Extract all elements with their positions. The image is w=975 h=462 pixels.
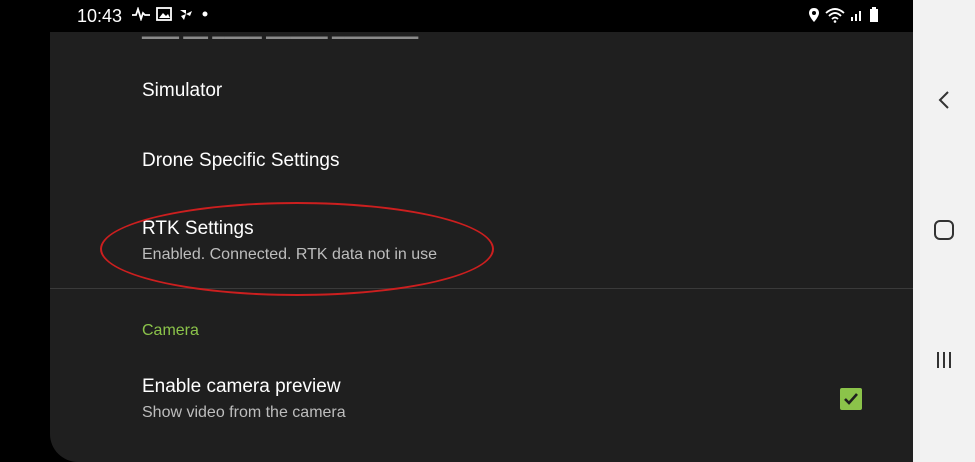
pref-title: Drone Specific Settings <box>142 150 340 171</box>
home-button[interactable] <box>930 216 958 244</box>
location-icon <box>808 7 820 28</box>
dot-icon <box>200 7 210 26</box>
camera-preview-checkbox[interactable] <box>840 388 862 410</box>
navigation-bar <box>913 0 975 462</box>
clipped-summary-text: ▁▁▁ ▁▁ ▁▁▁▁ ▁▁▁▁▁ ▁▁▁▁▁▁▁ <box>142 32 418 40</box>
pref-title: Enable camera preview <box>142 376 341 397</box>
home-icon <box>934 220 954 240</box>
pref-drone-specific-settings[interactable]: Drone Specific Settings <box>50 130 913 190</box>
pref-title: Simulator <box>142 80 223 101</box>
pref-enable-camera-preview[interactable]: Enable camera preview Show video from th… <box>50 362 913 452</box>
recents-button[interactable] <box>930 346 958 374</box>
highlight-ellipse <box>100 202 494 296</box>
category-camera: Camera <box>142 322 199 339</box>
pref-summary: Show video from the camera <box>142 404 346 421</box>
wifi-icon <box>825 7 845 28</box>
signal-icon <box>850 8 864 27</box>
divider <box>50 288 913 289</box>
recents-icon <box>937 352 951 368</box>
status-bar: 10:43 <box>0 0 913 32</box>
image-icon <box>156 7 172 26</box>
check-icon <box>844 393 858 405</box>
back-icon <box>938 91 949 109</box>
activity-icon <box>132 6 150 26</box>
pref-simulator[interactable]: Simulator <box>50 60 913 120</box>
fan-icon <box>178 7 194 26</box>
status-system-icons <box>808 7 879 28</box>
screen: 10:43 Simulator Drone Specific Settings … <box>0 0 975 462</box>
battery-icon <box>869 7 879 28</box>
status-time: 10:43 <box>77 6 123 26</box>
back-button[interactable] <box>930 86 958 114</box>
status-notification-icons <box>132 6 210 26</box>
